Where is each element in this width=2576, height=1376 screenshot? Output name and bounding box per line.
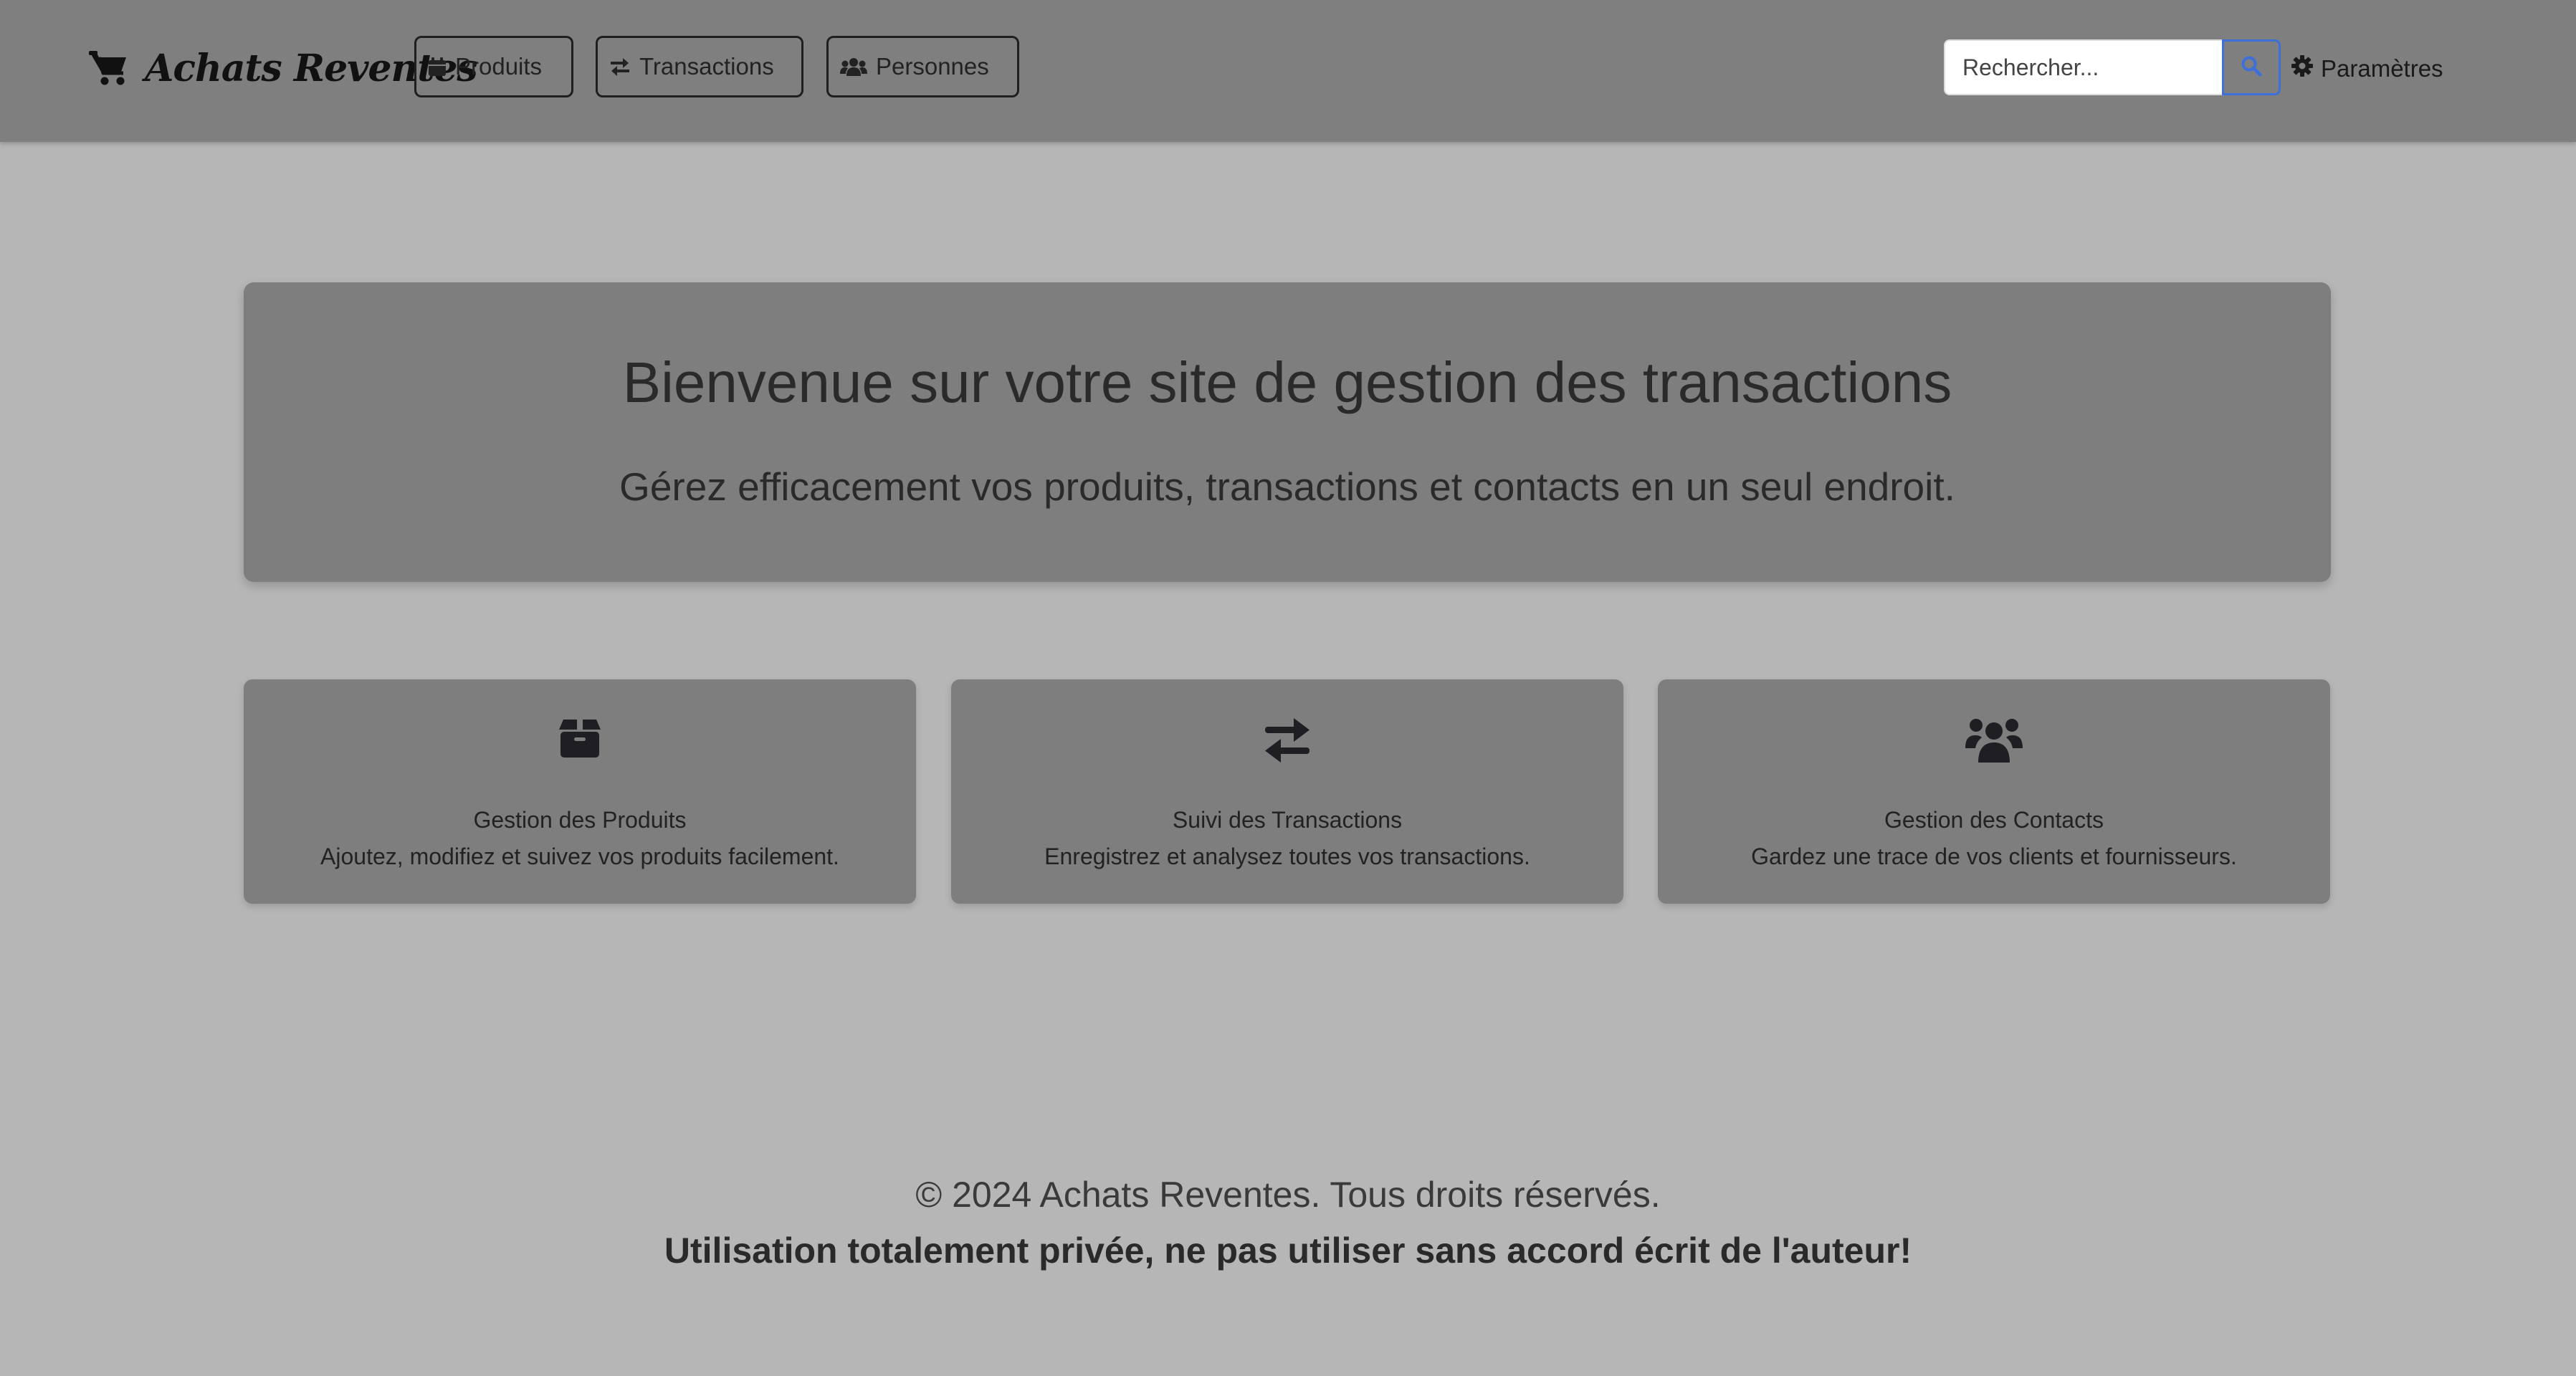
feature-card-contacts: Gestion des Contacts Gardez une trace de… <box>1658 679 2330 904</box>
footer-copyright: © 2024 Achats Reventes. Tous droits rése… <box>915 1175 1661 1215</box>
nav-button-transactions[interactable]: Transactions <box>596 36 803 97</box>
feature-card-transactions: Suivi des Transactions Enregistrez et an… <box>951 679 1623 904</box>
calendar-icon <box>428 57 447 77</box>
welcome-banner: Bienvenue sur votre site de gestion des … <box>244 282 2331 582</box>
page-subtitle: Gérez efficacement vos produits, transac… <box>619 464 1955 509</box>
nav-button-label: Transactions <box>639 53 774 80</box>
feature-description: Gardez une trace de vos clients et fourn… <box>1751 844 2237 869</box>
page-title: Bienvenue sur votre site de gestion des … <box>622 350 1952 414</box>
search-button[interactable] <box>2222 39 2281 95</box>
search-form <box>1944 39 2281 95</box>
navbar: Achats Reventes Produits Transactions Pe… <box>0 0 2576 142</box>
feature-description: Ajoutez, modifiez et suivez vos produits… <box>320 844 839 869</box>
gear-icon <box>2291 54 2314 83</box>
feature-description: Enregistrez et analysez toutes vos trans… <box>1044 844 1530 869</box>
users-icon <box>1658 717 2330 768</box>
footer-warning: Utilisation totalement privée, ne pas ut… <box>664 1231 1912 1271</box>
feature-title: Suivi des Transactions <box>1172 807 1403 833</box>
shopping-cart-icon <box>89 50 129 86</box>
box-icon <box>244 717 916 768</box>
users-icon <box>840 57 867 77</box>
nav-button-produits[interactable]: Produits <box>414 36 573 97</box>
feature-card-produits: Gestion des Produits Ajoutez, modifiez e… <box>244 679 916 904</box>
nav-button-label: Produits <box>455 53 543 80</box>
feature-title: Gestion des Produits <box>473 807 687 833</box>
feature-title: Gestion des Contacts <box>1884 807 2104 833</box>
nav-button-personnes[interactable]: Personnes <box>826 36 1019 97</box>
nav-button-label: Personnes <box>876 53 989 80</box>
exchange-arrows-icon <box>609 57 631 77</box>
settings-label: Paramètres <box>2321 55 2443 82</box>
search-icon <box>2241 55 2262 80</box>
settings-link[interactable]: Paramètres <box>2291 53 2443 85</box>
search-input[interactable] <box>1944 39 2222 95</box>
exchange-arrows-icon <box>951 717 1623 768</box>
